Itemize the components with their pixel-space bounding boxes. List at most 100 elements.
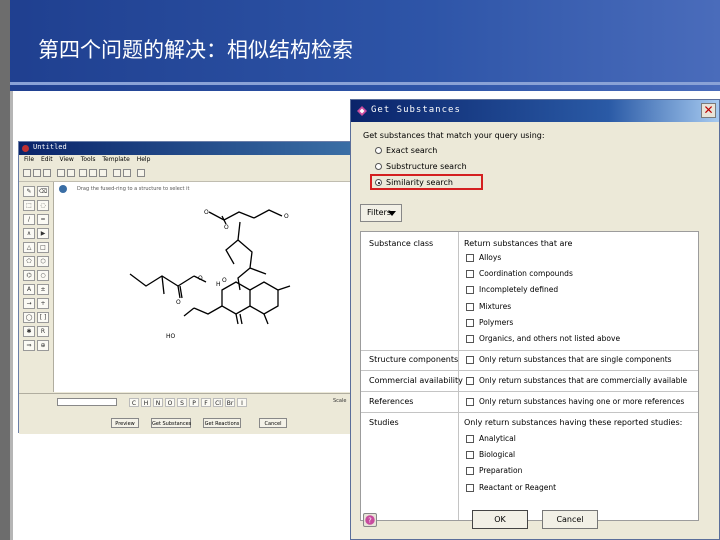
- menu-view[interactable]: View: [60, 156, 74, 163]
- alloys-checkbox[interactable]: [466, 254, 474, 262]
- save-icon[interactable]: [43, 169, 51, 177]
- paste-icon[interactable]: [99, 169, 107, 177]
- slide-left-stripe: [0, 0, 10, 540]
- has-references-option[interactable]: Only return substances having one or mor…: [466, 397, 684, 408]
- atom-n-button[interactable]: N: [153, 398, 163, 407]
- coordination-compounds-checkbox[interactable]: [466, 270, 474, 278]
- atom-i-button[interactable]: I: [237, 398, 247, 407]
- atom-s-button[interactable]: S: [177, 398, 187, 407]
- redo-icon[interactable]: [67, 169, 75, 177]
- atom-entry-field[interactable]: [57, 398, 117, 406]
- polymers-checkbox[interactable]: [466, 319, 474, 327]
- commercially-available-checkbox[interactable]: [466, 377, 474, 385]
- ring6-icon[interactable]: ⬡: [37, 256, 49, 267]
- preview-button[interactable]: Preview: [111, 418, 139, 428]
- zoom-out-icon[interactable]: [123, 169, 131, 177]
- ok-button[interactable]: OK: [472, 510, 528, 529]
- app-icon: [22, 145, 29, 152]
- editor-tool-palette: ✎ ⌫ ⬚ ◌ / = ∧ ▶ △ □ ⬠ ⬡ ⌬ ○ A ± → + ◯ [ …: [19, 182, 54, 392]
- coordination-compounds-option[interactable]: Coordination compounds: [466, 269, 573, 280]
- atom-p-button[interactable]: P: [189, 398, 199, 407]
- dialog-titlebar: Get Substances ✕: [351, 100, 719, 122]
- analytical-option[interactable]: Analytical: [466, 434, 516, 445]
- pencil-tool-icon[interactable]: ✎: [23, 186, 35, 197]
- bracket-tool-icon[interactable]: [ ]: [37, 312, 49, 323]
- open-icon[interactable]: [33, 169, 41, 177]
- mixtures-option[interactable]: Mixtures: [466, 302, 511, 313]
- undo-icon[interactable]: [57, 169, 65, 177]
- commercially-available-option[interactable]: Only return substances that are commerci…: [466, 376, 687, 387]
- plus-tool-icon[interactable]: +: [37, 298, 49, 309]
- reaction-plus-icon[interactable]: ⊕: [37, 340, 49, 351]
- select-tool-icon[interactable]: ⬚: [23, 200, 35, 211]
- polymers-option[interactable]: Polymers: [466, 318, 513, 329]
- biological-option[interactable]: Biological: [466, 450, 515, 461]
- incompletely-defined-option[interactable]: Incompletely defined: [466, 285, 558, 296]
- text-tool-icon[interactable]: A: [23, 284, 35, 295]
- benzene-icon[interactable]: ⌬: [23, 270, 35, 281]
- ring3-icon[interactable]: △: [23, 242, 35, 253]
- circle-tool-icon[interactable]: ◯: [23, 312, 35, 323]
- single-components-option[interactable]: Only return substances that are single c…: [466, 355, 672, 366]
- filters-dropdown-button[interactable]: Filters: [360, 204, 402, 222]
- filters-panel: Substance class Return substances that a…: [360, 231, 699, 521]
- wedge-bond-icon[interactable]: ▶: [37, 228, 49, 239]
- analytical-checkbox[interactable]: [466, 435, 474, 443]
- ring5-icon[interactable]: ⬠: [23, 256, 35, 267]
- rgroup-icon[interactable]: R: [37, 326, 49, 337]
- menu-help[interactable]: Help: [137, 156, 151, 163]
- reactant-or-reagent-checkbox[interactable]: [466, 484, 474, 492]
- atom-br-button[interactable]: Br: [225, 398, 235, 407]
- get-reactions-button[interactable]: Get Reactions: [203, 418, 241, 428]
- alloys-option[interactable]: Alloys: [466, 253, 501, 264]
- get-substances-button[interactable]: Get Substances: [151, 418, 191, 428]
- atom-c-button[interactable]: C: [129, 398, 139, 407]
- copy-icon[interactable]: [89, 169, 97, 177]
- atom-cl-button[interactable]: Cl: [213, 398, 223, 407]
- chain-tool-icon[interactable]: ∧: [23, 228, 35, 239]
- menu-template[interactable]: Template: [102, 156, 129, 163]
- exact-search-option[interactable]: Exact search: [375, 146, 437, 158]
- editor-menubar: File Edit View Tools Template Help: [19, 156, 350, 166]
- organics-option[interactable]: Organics, and others not listed above: [466, 334, 620, 345]
- bond-tool-icon[interactable]: /: [23, 214, 35, 225]
- menu-file[interactable]: File: [24, 156, 34, 163]
- substructure-search-option[interactable]: Substructure search: [375, 162, 467, 174]
- drawing-canvas[interactable]: O O O O O H O HO: [54, 182, 350, 392]
- lasso-tool-icon[interactable]: ◌: [37, 200, 49, 211]
- cut-icon[interactable]: [79, 169, 87, 177]
- new-icon[interactable]: [23, 169, 31, 177]
- commercial-availability-label: Commercial availability: [369, 376, 463, 385]
- eraser-tool-icon[interactable]: ⌫: [37, 186, 49, 197]
- charge-tool-icon[interactable]: ±: [37, 284, 49, 295]
- coordination-compounds-label: Coordination compounds: [479, 269, 573, 278]
- clean-icon[interactable]: [137, 169, 145, 177]
- editor-cancel-button[interactable]: Cancel: [259, 418, 287, 428]
- menu-tools[interactable]: Tools: [81, 156, 96, 163]
- reactant-or-reagent-option[interactable]: Reactant or Reagent: [466, 483, 556, 494]
- preparation-checkbox[interactable]: [466, 467, 474, 475]
- ring7-icon[interactable]: ○: [37, 270, 49, 281]
- substructure-search-radio[interactable]: [375, 163, 382, 170]
- arrow-tool-icon[interactable]: →: [23, 298, 35, 309]
- close-icon[interactable]: ✕: [701, 103, 716, 118]
- mixtures-checkbox[interactable]: [466, 303, 474, 311]
- has-references-checkbox[interactable]: [466, 398, 474, 406]
- organics-checkbox[interactable]: [466, 335, 474, 343]
- double-bond-icon[interactable]: =: [37, 214, 49, 225]
- incompletely-defined-checkbox[interactable]: [466, 286, 474, 294]
- ring4-icon[interactable]: □: [37, 242, 49, 253]
- atom-h-button[interactable]: H: [141, 398, 151, 407]
- zoom-in-icon[interactable]: [113, 169, 121, 177]
- menu-edit[interactable]: Edit: [41, 156, 53, 163]
- atom-o-button[interactable]: O: [165, 398, 175, 407]
- exact-search-radio[interactable]: [375, 147, 382, 154]
- atom-map-icon[interactable]: ✱: [23, 326, 35, 337]
- biological-checkbox[interactable]: [466, 451, 474, 459]
- preparation-option[interactable]: Preparation: [466, 466, 522, 477]
- single-components-checkbox[interactable]: [466, 356, 474, 364]
- reaction-arrow-icon[interactable]: ⇒: [23, 340, 35, 351]
- help-icon[interactable]: ?: [363, 513, 377, 527]
- cancel-button[interactable]: Cancel: [542, 510, 598, 529]
- atom-f-button[interactable]: F: [201, 398, 211, 407]
